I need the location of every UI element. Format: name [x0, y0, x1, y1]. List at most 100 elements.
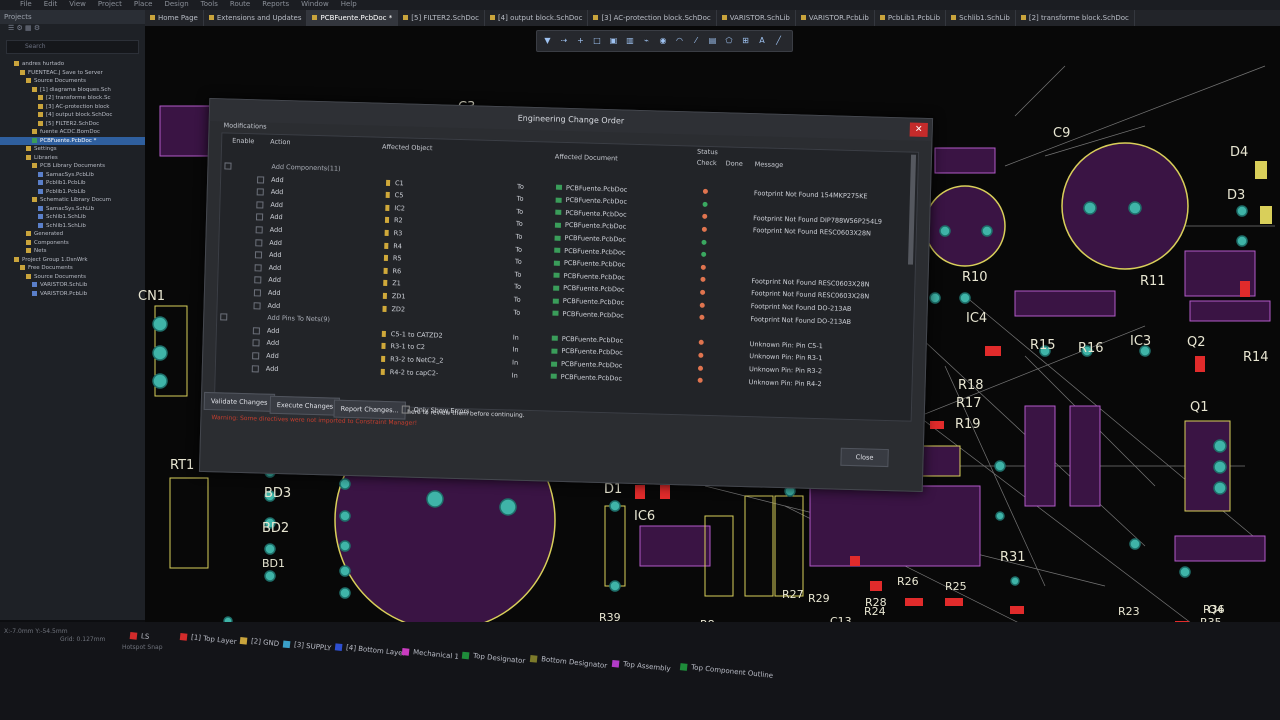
tree-item[interactable]: [4] output block.SchDoc [0, 111, 145, 120]
tree-item[interactable]: [5] FILTER2.SchDoc [0, 120, 145, 129]
tree-item[interactable]: Free Documents [0, 264, 145, 273]
tree-item[interactable]: Libraries [0, 154, 145, 163]
tree-item[interactable]: VARISTOR.PcbLib [0, 290, 145, 299]
tab[interactable]: [3] AC-protection block.SchDoc [588, 10, 717, 26]
tree-item[interactable]: [1] diagrama bloques.Sch [0, 86, 145, 95]
tab[interactable]: PCBFuente.PcbDoc * [307, 10, 399, 26]
tree-item[interactable]: Schematic Library Docum [0, 196, 145, 205]
enable-checkbox[interactable] [257, 175, 265, 184]
tab[interactable]: [5] FILTER2.SchDoc [398, 10, 485, 26]
enable-checkbox[interactable] [256, 188, 264, 196]
tree-item[interactable]: SamacSys.PcbLib [0, 171, 145, 180]
tree-item[interactable]: Schlib1.SchLib [0, 213, 145, 222]
interactive-route-icon[interactable]: ⌁ [642, 36, 651, 45]
tree-item[interactable]: fuente ACDC.BomDoc [0, 128, 145, 137]
menu-item[interactable]: File [20, 0, 32, 8]
designator-label: D3 [1227, 188, 1246, 203]
enable-checkbox[interactable] [254, 264, 262, 272]
tree-item[interactable]: andres hurtado [0, 60, 145, 69]
line-icon[interactable]: ⁄ [692, 36, 701, 45]
enable-checkbox[interactable] [252, 339, 260, 347]
layer-tab[interactable]: LS [129, 631, 150, 641]
search-input[interactable]: Search [6, 40, 139, 54]
enable-checkbox[interactable] [254, 251, 263, 259]
tree-item[interactable]: Components [0, 239, 145, 248]
select-rect-icon[interactable]: □ [593, 36, 602, 45]
via-icon[interactable]: ◉ [659, 36, 668, 45]
chart-icon[interactable]: ▥ [626, 36, 635, 45]
tree-item[interactable]: FUENTEAC.J Save to Server [0, 69, 145, 78]
enable-checkbox[interactable] [255, 213, 264, 221]
text-icon[interactable]: A [758, 36, 767, 45]
layer-tab[interactable]: [1] Top Layer [179, 632, 237, 646]
tree-item[interactable]: SamacSys.SchLib [0, 205, 145, 214]
fill-icon[interactable]: ▤ [708, 36, 717, 45]
report-changes-button[interactable]: Report Changes... [333, 399, 407, 420]
tree-item[interactable]: PCBFuente.PcbDoc * [0, 136, 145, 145]
menu-item[interactable]: View [69, 0, 86, 8]
enable-checkbox[interactable] [255, 238, 263, 247]
layer-tab[interactable]: Top Component Outline [679, 662, 773, 680]
execute-changes-button[interactable]: Execute Changes [269, 395, 341, 416]
menu-item[interactable]: Window [301, 0, 329, 8]
arc-icon[interactable]: ◠ [675, 36, 684, 45]
tree-item[interactable]: Nets [0, 247, 145, 256]
tab[interactable]: [2] transforme block.SchDoc [1016, 10, 1135, 26]
enable-checkbox[interactable] [252, 327, 260, 335]
enable-checkbox[interactable] [251, 364, 259, 373]
enable-checkbox[interactable] [253, 301, 261, 310]
tree-item[interactable]: Project Group 1.DsnWrk [0, 256, 145, 265]
tree-item[interactable]: Generated [0, 230, 145, 239]
line2-icon[interactable]: ╱ [774, 36, 783, 45]
tab[interactable]: VARISTOR.SchLib [717, 10, 796, 26]
layer-tab[interactable]: Mechanical 1 [401, 647, 459, 661]
checkbox-icon[interactable] [401, 405, 410, 414]
menu-item[interactable]: Help [341, 0, 357, 8]
tab[interactable]: Home Page [145, 10, 204, 26]
tree-item[interactable]: [3] AC-protection block [0, 103, 145, 112]
tree-item[interactable]: Source Documents [0, 273, 145, 282]
menu-item[interactable]: Design [164, 0, 188, 8]
layer-tab[interactable]: [2] GND [239, 636, 280, 648]
layer-tab[interactable]: [4] Bottom Layer [334, 642, 406, 658]
tab[interactable]: [4] output block.SchDoc [485, 10, 589, 26]
enable-checkbox[interactable] [220, 313, 228, 321]
tab[interactable]: VARISTOR.PcbLib [796, 10, 875, 26]
layer-tab[interactable]: Top Designator [461, 651, 526, 665]
enable-checkbox[interactable] [253, 289, 262, 297]
layer-tab[interactable]: [3] SUPPLY [282, 639, 332, 653]
menu-item[interactable]: Place [134, 0, 153, 8]
menu-item[interactable]: Reports [262, 0, 289, 8]
layer-tab[interactable]: Top Assembly [611, 659, 671, 673]
plus-icon[interactable]: + [576, 36, 585, 45]
tab[interactable]: Schlib1.SchLib [946, 10, 1016, 26]
close-icon[interactable]: ✕ [909, 122, 928, 138]
enable-checkbox[interactable] [256, 201, 264, 209]
polygon-icon[interactable]: ⬠ [725, 36, 734, 45]
route-icon[interactable]: ⇢ [560, 36, 569, 45]
menu-item[interactable]: Route [230, 0, 250, 8]
menu-item[interactable]: Edit [44, 0, 58, 8]
dimension-icon[interactable]: ⊞ [741, 36, 750, 45]
tree-item[interactable]: [2] transforme block.Sc [0, 94, 145, 103]
tab[interactable]: PcbLib1.PcbLib [875, 10, 947, 26]
enable-checkbox[interactable] [252, 352, 260, 360]
validate-changes-button[interactable]: Validate Changes [203, 391, 275, 412]
layer-tab[interactable]: Bottom Designator [529, 654, 607, 670]
tree-item[interactable]: Settings [0, 145, 145, 154]
tree-item[interactable]: PCB Library Documents [0, 162, 145, 171]
tree-item[interactable]: VARISTOR.SchLib [0, 281, 145, 290]
tree-item[interactable]: Source Documents [0, 77, 145, 86]
enable-checkbox[interactable] [224, 162, 232, 170]
tree-item[interactable]: Pcblib1.PcbLib [0, 188, 145, 197]
tree-item[interactable]: Pcblib1.PcbLib [0, 179, 145, 188]
tree-item[interactable]: Schlib1.SchLib [0, 222, 145, 231]
component-icon[interactable]: ▣ [609, 36, 618, 45]
menu-item[interactable]: Tools [201, 0, 218, 8]
enable-checkbox[interactable] [255, 226, 263, 234]
close-button[interactable]: Close [840, 447, 889, 468]
tab[interactable]: Extensions and Updates [204, 10, 308, 26]
menu-item[interactable]: Project [98, 0, 122, 8]
filter-icon[interactable]: ▼ [543, 36, 552, 45]
enable-checkbox[interactable] [254, 276, 262, 284]
